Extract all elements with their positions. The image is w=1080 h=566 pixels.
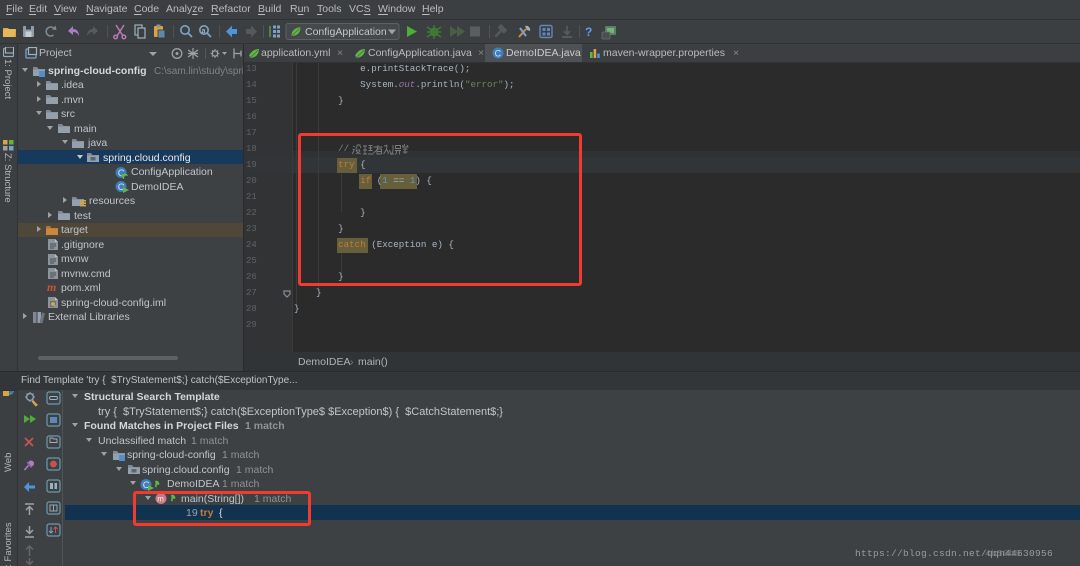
svg-text:a: a <box>202 28 206 35</box>
svg-text:C: C <box>495 49 502 59</box>
svg-text:ConfigApplication: ConfigApplication <box>305 26 387 38</box>
svg-text:?: ? <box>585 25 592 39</box>
